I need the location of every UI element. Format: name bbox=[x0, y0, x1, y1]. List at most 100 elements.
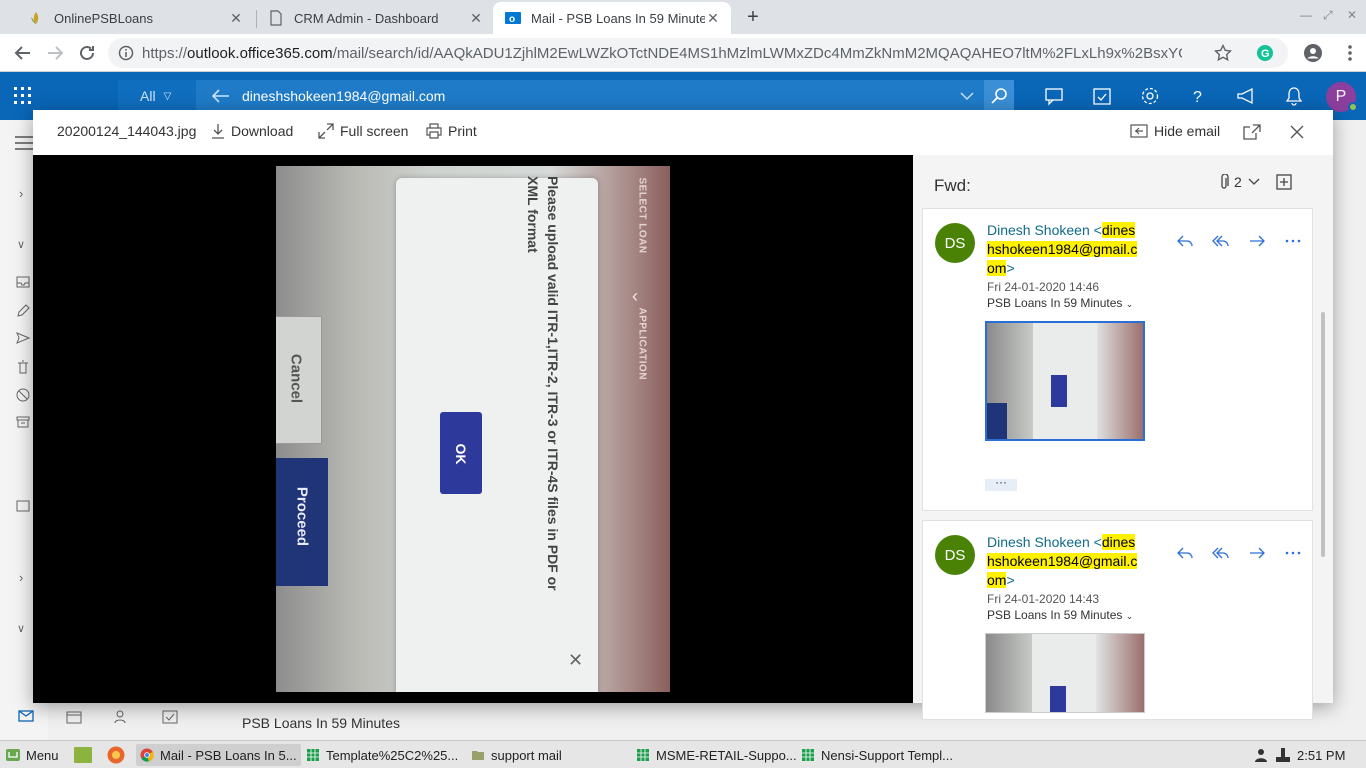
clock[interactable]: 2:51 PM bbox=[1297, 748, 1345, 763]
address-bar[interactable]: https://outlook.office365.com/mail/searc… bbox=[108, 38, 1288, 68]
mail-icon[interactable] bbox=[18, 710, 34, 722]
more-actions-button[interactable] bbox=[1275, 231, 1311, 251]
forward-button[interactable] bbox=[44, 42, 66, 64]
photo-dialog-message: Please upload valid ITR-1,ITR-2, ITR-3 o… bbox=[525, 176, 561, 591]
people-icon[interactable] bbox=[114, 710, 130, 724]
calendar-check-icon[interactable] bbox=[1092, 86, 1112, 106]
gear-icon[interactable] bbox=[1140, 86, 1160, 106]
minimize-icon[interactable]: — bbox=[1300, 8, 1312, 22]
recipient-name: PSB Loans In 59 Minutes bbox=[987, 296, 1123, 310]
trash-icon[interactable] bbox=[16, 360, 30, 374]
profile-icon[interactable] bbox=[1303, 43, 1323, 63]
bell-icon[interactable] bbox=[1284, 86, 1304, 106]
print-button[interactable]: Print bbox=[426, 123, 477, 139]
reply-button[interactable] bbox=[1167, 231, 1203, 251]
hamburger-icon[interactable] bbox=[15, 136, 33, 150]
chrome-menu-icon[interactable] bbox=[1340, 43, 1360, 63]
window-close-icon[interactable]: ✕ bbox=[1347, 8, 1357, 22]
megaphone-icon[interactable] bbox=[1236, 86, 1256, 106]
message-card[interactable]: DS Dinesh Shokeen <dines hshokeen1984@gma… bbox=[922, 208, 1313, 511]
chevron-right-icon[interactable]: › bbox=[19, 570, 23, 585]
attachment-count-button[interactable]: 2 bbox=[1219, 174, 1260, 190]
search-button[interactable] bbox=[984, 80, 1014, 112]
attachment-photo[interactable]: Cancel Proceed Please upload valid ITR-1… bbox=[276, 166, 670, 692]
reply-all-button[interactable] bbox=[1203, 543, 1239, 563]
taskbar-item-template[interactable]: Template%25C2%25... bbox=[306, 744, 458, 766]
sender[interactable]: Dinesh Shokeen <dines hshokeen1984@gmail.… bbox=[987, 221, 1139, 278]
tab-onlinepsbloans[interactable]: OnlinePSBLoans ✕ bbox=[16, 2, 254, 34]
hide-email-button[interactable]: Hide email bbox=[1130, 123, 1220, 139]
message-recipient[interactable]: PSB Loans In 59 Minutes ⌄ bbox=[987, 608, 1133, 622]
sender[interactable]: Dinesh Shokeen <dines hshokeen1984@gmail.… bbox=[987, 533, 1139, 590]
taskbar-item-mail[interactable]: Mail - PSB Loans In 5... bbox=[136, 744, 301, 766]
chevron-down-icon[interactable] bbox=[960, 90, 974, 102]
calendar-icon[interactable] bbox=[66, 710, 82, 724]
inbox-icon[interactable] bbox=[16, 276, 30, 288]
close-tab-icon[interactable]: ✕ bbox=[468, 10, 484, 26]
attachment-thumbnail[interactable] bbox=[985, 633, 1145, 713]
forward-button[interactable] bbox=[1239, 543, 1275, 563]
spreadsheet-icon bbox=[307, 749, 319, 761]
tasks-icon[interactable] bbox=[162, 710, 178, 724]
restore-icon[interactable]: ⤢ bbox=[1323, 8, 1333, 23]
reply-button[interactable] bbox=[1167, 543, 1203, 563]
full-screen-button[interactable]: Full screen bbox=[318, 123, 408, 139]
reply-all-button[interactable] bbox=[1203, 231, 1239, 251]
chevron-right-icon[interactable]: › bbox=[19, 186, 23, 201]
background-message-subject[interactable]: PSB Loans In 59 Minutes bbox=[242, 715, 400, 731]
message-card[interactable]: DS Dinesh Shokeen <dines hshokeen1984@gma… bbox=[922, 520, 1313, 720]
show-more-button[interactable]: ··· bbox=[985, 476, 1017, 491]
photo-close-icon: ✕ bbox=[568, 650, 584, 670]
close-tab-icon[interactable]: ✕ bbox=[228, 10, 244, 26]
scrollbar-thumb[interactable] bbox=[1321, 312, 1325, 557]
thumbnail-ok-button bbox=[1050, 686, 1066, 712]
search-input[interactable]: dineshshokeen1984@gmail.com bbox=[242, 88, 445, 104]
photo-cancel-label: Cancel bbox=[287, 353, 305, 404]
sender-email-part: om bbox=[987, 260, 1007, 276]
search-scope-dropdown[interactable]: All ▽ bbox=[118, 80, 196, 112]
more-actions-button[interactable] bbox=[1275, 543, 1311, 563]
app-launcher-icon[interactable] bbox=[14, 87, 32, 105]
back-button[interactable] bbox=[12, 42, 34, 64]
help-icon[interactable]: ? bbox=[1188, 86, 1208, 106]
chevron-down-icon[interactable]: ∨ bbox=[17, 238, 25, 251]
skype-chat-icon[interactable] bbox=[1044, 86, 1064, 106]
user-tray-icon[interactable] bbox=[1253, 747, 1269, 763]
tab-crm-admin[interactable]: CRM Admin - Dashboard ✕ bbox=[256, 2, 494, 34]
image-viewer: Cancel Proceed Please upload valid ITR-1… bbox=[33, 155, 913, 703]
send-icon[interactable] bbox=[16, 332, 30, 344]
taskbar-item-label: Mail - PSB Loans In 5... bbox=[160, 747, 297, 763]
firefox-icon[interactable] bbox=[107, 746, 125, 764]
network-icon[interactable] bbox=[1275, 747, 1291, 763]
close-tab-icon[interactable]: ✕ bbox=[705, 10, 721, 26]
reload-button[interactable] bbox=[76, 42, 98, 64]
new-tab-button[interactable]: + bbox=[740, 6, 766, 28]
close-icon[interactable] bbox=[1290, 125, 1304, 139]
pop-out-icon[interactable] bbox=[1243, 124, 1261, 140]
taskbar-item-support-mail[interactable]: support mail bbox=[471, 744, 562, 766]
search-back-arrow-icon[interactable] bbox=[212, 88, 230, 104]
message-recipient[interactable]: PSB Loans In 59 Minutes ⌄ bbox=[987, 296, 1133, 310]
chevron-down-icon bbox=[1248, 178, 1260, 185]
start-menu-button[interactable]: Menu bbox=[6, 744, 59, 766]
thumbnail-ok-button bbox=[1051, 375, 1067, 407]
block-icon[interactable] bbox=[16, 388, 30, 402]
taskbar-item-msme[interactable]: MSME-RETAIL-Suppo... bbox=[636, 744, 797, 766]
pencil-icon[interactable] bbox=[16, 304, 30, 318]
files-icon[interactable] bbox=[74, 747, 92, 763]
attachment-thumbnail[interactable] bbox=[985, 321, 1145, 441]
download-button[interactable]: Download bbox=[211, 123, 293, 139]
search-box[interactable]: All ▽ dineshshokeen1984@gmail.com bbox=[118, 80, 1014, 112]
note-icon[interactable] bbox=[16, 500, 30, 512]
star-icon[interactable] bbox=[1214, 44, 1232, 62]
forward-button[interactable] bbox=[1239, 231, 1275, 251]
expand-conversation-icon[interactable] bbox=[1276, 174, 1292, 190]
info-icon[interactable] bbox=[118, 45, 134, 61]
taskbar-item-nensi[interactable]: Nensi-Support Templ... bbox=[801, 744, 953, 766]
reading-pane-scrollbar[interactable] bbox=[1319, 212, 1327, 702]
chevron-down-icon[interactable]: ∨ bbox=[17, 622, 25, 635]
archive-icon[interactable] bbox=[16, 416, 30, 428]
tab-outlook-mail[interactable]: o Mail - PSB Loans In 59 Minutes ✕ bbox=[493, 2, 731, 34]
grammarly-icon[interactable]: G bbox=[1256, 44, 1274, 62]
viewer-toolbar: 20200124_144043.jpg Download Full screen… bbox=[33, 110, 1333, 155]
